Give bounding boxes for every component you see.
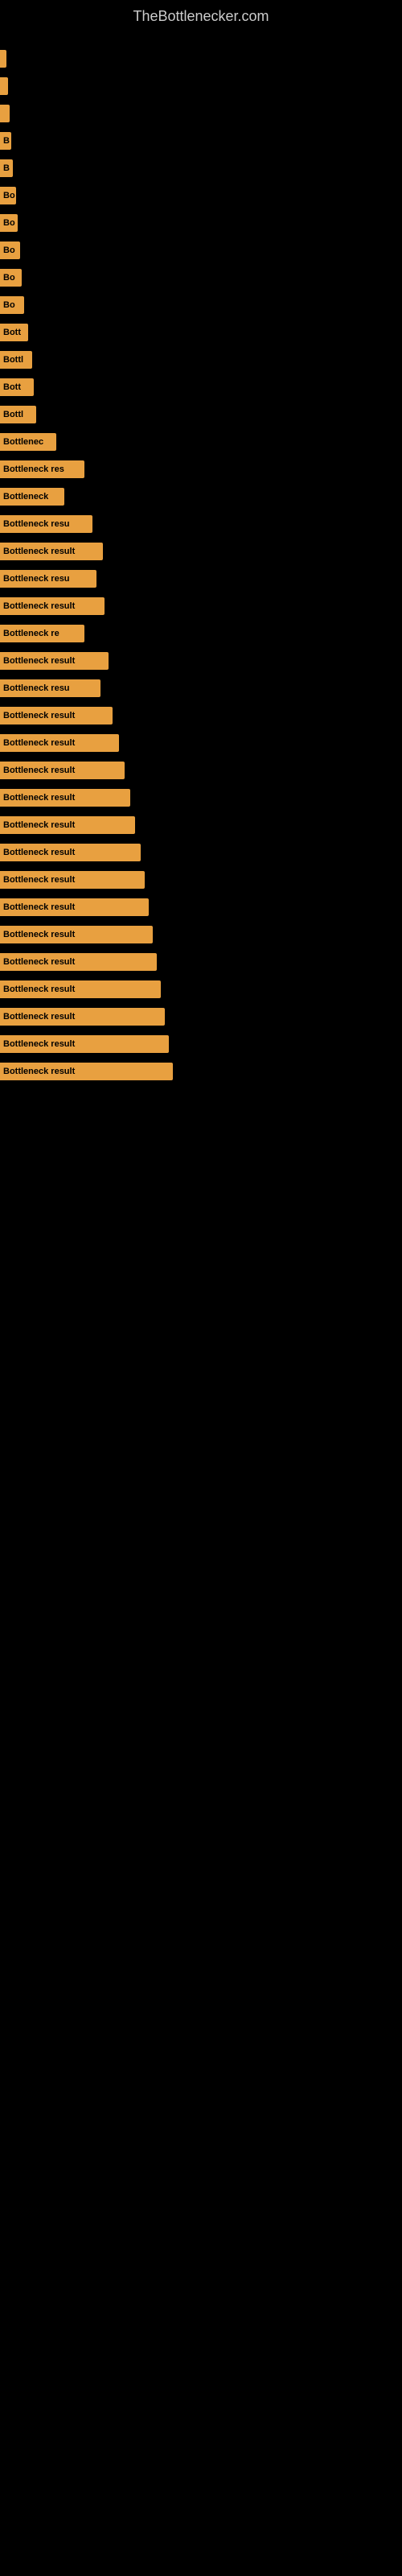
bar-label: Bottleneck result <box>0 816 135 834</box>
bar-label: Bo <box>0 187 16 204</box>
bar-label: Bottleneck resu <box>0 570 96 588</box>
bar-row: Bottl <box>0 346 402 374</box>
bar-label: Bottleneck resu <box>0 515 92 533</box>
bar-label: Bottleneck result <box>0 734 119 752</box>
bar-label: Bo <box>0 242 20 259</box>
bar-label: Bottleneck result <box>0 707 113 724</box>
bar-row: Bo <box>0 182 402 209</box>
bar-label: Bottleneck resu <box>0 679 100 697</box>
bar-row: Bottleneck result <box>0 1030 402 1058</box>
bar-row: Bottleneck result <box>0 538 402 565</box>
bar-row: Bottleneck result <box>0 592 402 620</box>
bars-container: BB Bo Bo Bo Bo Bo Bott Bottl Bott Bottl Bottlenec B… <box>0 37 402 1093</box>
bar-label: Bo <box>0 214 18 232</box>
bar-label: Bottleneck result <box>0 652 109 670</box>
site-title: TheBottlenecker.com <box>0 0 402 37</box>
bar-label: Bottleneck result <box>0 543 103 560</box>
bar-row: Bo <box>0 209 402 237</box>
bar-row: Bottleneck result <box>0 1058 402 1085</box>
bar-row: Bo <box>0 264 402 291</box>
bar-row: Bottleneck result <box>0 894 402 921</box>
bar-row: Bottleneck result <box>0 1003 402 1030</box>
bar-row: Bott <box>0 319 402 346</box>
bar-label: Bottl <box>0 406 36 423</box>
bar-label: Bo <box>0 269 22 287</box>
bar-label <box>0 77 8 95</box>
bar-label: Bottleneck result <box>0 597 105 615</box>
bar-row: Bottleneck result <box>0 921 402 948</box>
bar-label: Bottleneck result <box>0 762 125 779</box>
bar-label: Bottleneck result <box>0 1063 173 1080</box>
bar-label: B <box>0 159 13 177</box>
bar-label: Bottleneck result <box>0 1035 169 1053</box>
bar-row: Bottleneck result <box>0 948 402 976</box>
bar-row: Bottleneck result <box>0 866 402 894</box>
bar-row: Bottleneck result <box>0 757 402 784</box>
bar-row: Bottleneck result <box>0 729 402 757</box>
bar-label: Bottleneck result <box>0 980 161 998</box>
bar-row: Bottl <box>0 401 402 428</box>
bar-label <box>0 50 6 68</box>
bar-label: Bo <box>0 296 24 314</box>
bar-row: Bottleneck result <box>0 839 402 866</box>
bar-row <box>0 72 402 100</box>
bar-row: Bottleneck re <box>0 620 402 647</box>
bar-row: Bottleneck result <box>0 976 402 1003</box>
bar-row: Bottleneck resu <box>0 510 402 538</box>
bar-label: Bottlenec <box>0 433 56 451</box>
bar-label: Bottleneck result <box>0 844 141 861</box>
bar-row <box>0 100 402 127</box>
bar-label: Bottleneck <box>0 488 64 506</box>
bar-label: Bottleneck result <box>0 1008 165 1026</box>
bar-row: Bott <box>0 374 402 401</box>
bar-row: Bottleneck result <box>0 702 402 729</box>
bar-label: Bott <box>0 324 28 341</box>
bar-row: Bottleneck resu <box>0 675 402 702</box>
bar-row: B <box>0 127 402 155</box>
bar-row: Bottleneck <box>0 483 402 510</box>
bar-row: Bottlenec <box>0 428 402 456</box>
bar-row: Bottleneck result <box>0 811 402 839</box>
bar-label: Bottl <box>0 351 32 369</box>
bar-label: Bottleneck re <box>0 625 84 642</box>
bar-row: Bo <box>0 291 402 319</box>
bar-row: Bottleneck resu <box>0 565 402 592</box>
bar-label: Bottleneck res <box>0 460 84 478</box>
bar-row: Bottleneck result <box>0 647 402 675</box>
page-wrapper: TheBottlenecker.com BB Bo Bo Bo Bo Bo Bott Bott… <box>0 0 402 1093</box>
bar-row: Bo <box>0 237 402 264</box>
bar-label: Bottleneck result <box>0 953 157 971</box>
bar-label: Bott <box>0 378 34 396</box>
bar-label: Bottleneck result <box>0 926 153 943</box>
bar-label: Bottleneck result <box>0 789 130 807</box>
bar-label: B <box>0 132 11 150</box>
bar-label: Bottleneck result <box>0 871 145 889</box>
bar-row: B <box>0 155 402 182</box>
bar-label <box>0 105 10 122</box>
bar-row: Bottleneck result <box>0 784 402 811</box>
bar-row <box>0 45 402 72</box>
bar-label: Bottleneck result <box>0 898 149 916</box>
bar-row: Bottleneck res <box>0 456 402 483</box>
